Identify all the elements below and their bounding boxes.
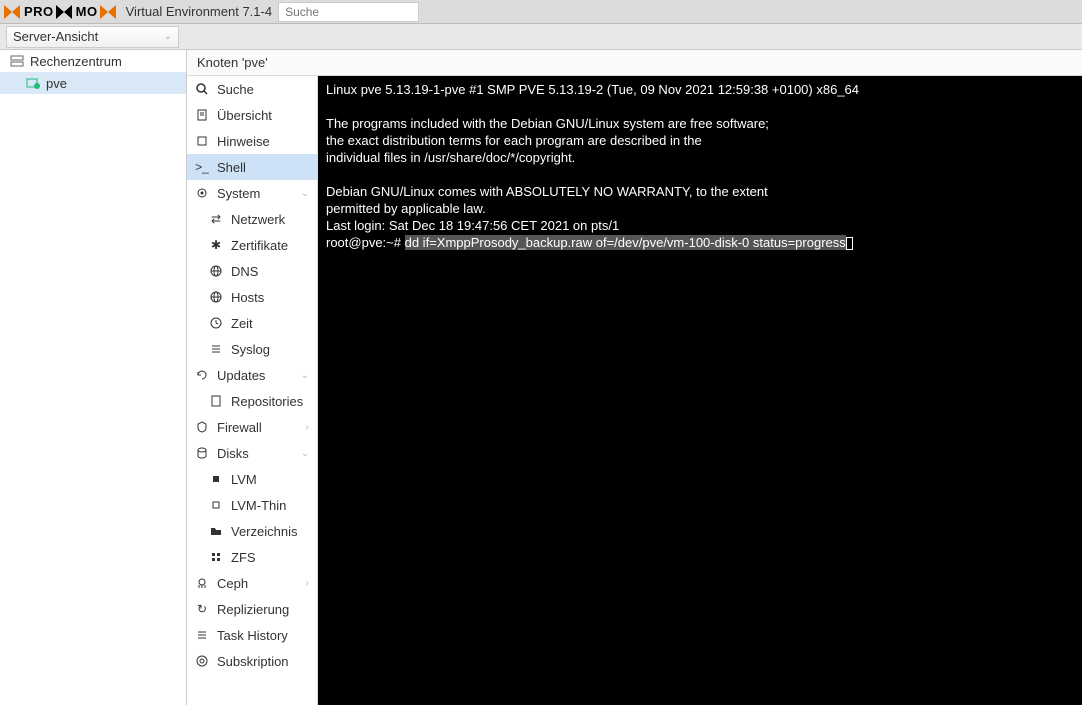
chevron-down-icon: ⌄ [301,448,309,459]
menu-notes[interactable]: Hinweise [187,128,317,154]
square-icon [209,472,223,486]
menu-syslog[interactable]: Syslog [187,336,317,362]
shell-prompt: root@pve:~# [326,235,405,250]
menu-summary[interactable]: Übersicht [187,102,317,128]
menu-system[interactable]: System⌄ [187,180,317,206]
logo-text-1: PRO [24,4,54,19]
menu-dns[interactable]: DNS [187,258,317,284]
menu-lvmthin[interactable]: LVM-Thin [187,492,317,518]
clock-icon [209,316,223,330]
grid-icon [209,550,223,564]
menu-lvm[interactable]: LVM [187,466,317,492]
note-icon [195,134,209,148]
cert-icon: ✱ [209,238,223,252]
menu-certs[interactable]: ✱Zertifikate [187,232,317,258]
folder-icon [209,524,223,538]
shield-icon [195,420,209,434]
ceph-icon [195,576,209,590]
global-search-input[interactable] [278,2,419,22]
shell-terminal[interactable]: Linux pve 5.13.19-1-pve #1 SMP PVE 5.13.… [318,76,1082,705]
tree-node-label: pve [46,76,67,91]
file-icon [209,394,223,408]
tree-node-pve[interactable]: pve [0,72,186,94]
chevron-down-icon: ⌄ [164,31,172,42]
menu-shell[interactable]: >_Shell [187,154,317,180]
network-icon: ⇄ [209,212,223,226]
server-icon [10,54,24,68]
globe-icon [209,264,223,278]
list-icon [209,342,223,356]
menu-taskhist[interactable]: Task History [187,622,317,648]
list-icon [195,628,209,642]
document-icon [195,108,209,122]
resource-tree: Rechenzentrum pve [0,50,187,705]
menu-hosts[interactable]: Hosts [187,284,317,310]
menu-time[interactable]: Zeit [187,310,317,336]
menu-repos[interactable]: Repositories [187,388,317,414]
chevron-right-icon: › [306,578,309,589]
node-icon [26,76,40,90]
chevron-down-icon: ⌄ [301,370,309,381]
menu-replication[interactable]: ↻Replizierung [187,596,317,622]
menu-search[interactable]: Suche [187,76,317,102]
terminal-icon: >_ [195,160,209,174]
chevron-down-icon: ⌄ [301,188,309,199]
menu-zfs[interactable]: ZFS [187,544,317,570]
logo-text-2: MO [76,4,98,19]
refresh-icon [195,368,209,382]
chevron-right-icon: › [306,422,309,433]
view-selector[interactable]: Server-Ansicht ⌄ [6,26,179,48]
env-version: Virtual Environment 7.1-4 [126,4,272,19]
menu-ceph[interactable]: Ceph› [187,570,317,596]
support-icon [195,654,209,668]
tree-datacenter[interactable]: Rechenzentrum [0,50,186,72]
menu-network[interactable]: ⇄Netzwerk [187,206,317,232]
sync-icon: ↻ [195,602,209,616]
gear-icon [195,186,209,200]
search-icon [195,82,209,96]
menu-disks[interactable]: Disks⌄ [187,440,317,466]
breadcrumb: Knoten 'pve' [187,50,1082,76]
square-outline-icon [209,498,223,512]
logo: PRO MO [2,3,120,21]
node-menu: Suche Übersicht Hinweise >_Shell System⌄… [187,76,318,705]
shell-command: dd if=XmppProsody_backup.raw of=/dev/pve… [405,235,846,250]
view-selector-label: Server-Ansicht [13,29,98,44]
globe-icon [209,290,223,304]
cursor-icon [846,237,853,250]
menu-updates[interactable]: Updates⌄ [187,362,317,388]
disk-icon [195,446,209,460]
tree-datacenter-label: Rechenzentrum [30,54,122,69]
menu-dir[interactable]: Verzeichnis [187,518,317,544]
menu-firewall[interactable]: Firewall› [187,414,317,440]
menu-subscription[interactable]: Subskription [187,648,317,674]
